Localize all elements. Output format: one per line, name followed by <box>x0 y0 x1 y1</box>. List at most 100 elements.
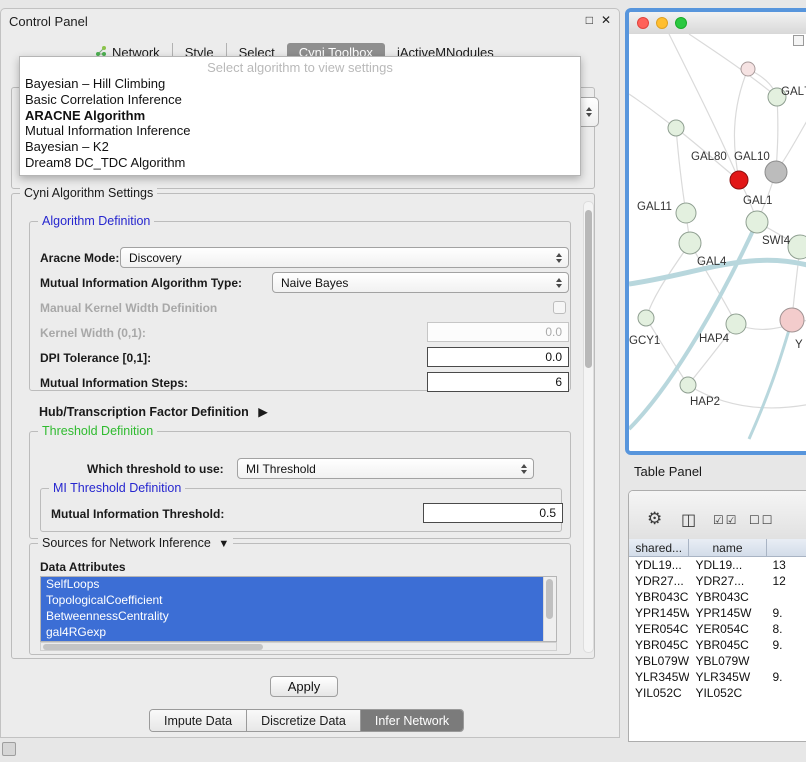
list-hscrollbar-thumb[interactable] <box>43 644 263 650</box>
table-row[interactable]: YDL19...YDL19...13 <box>629 557 806 573</box>
table-body: YDL19...YDL19...13 YDR27...YDR27...12 YB… <box>629 557 806 741</box>
algorithm-option[interactable]: Basic Correlation Inference <box>20 92 580 108</box>
table-row[interactable]: YPR145WYPR145W9. <box>629 605 806 621</box>
close-icon[interactable]: ✕ <box>601 13 611 27</box>
node-label: GAL1 <box>743 195 772 207</box>
hub-section-label[interactable]: Hub/Transcription Factor Definition ▶ <box>39 404 268 419</box>
apply-button[interactable]: Apply <box>270 676 338 697</box>
settings-scrollbar[interactable] <box>583 201 594 653</box>
node-label: SWI4 <box>762 235 791 247</box>
threshold-definition-title: Threshold Definition <box>38 424 157 438</box>
node-label: GAL7 <box>781 86 806 98</box>
settings-group-title: Cyni Algorithm Settings <box>20 186 157 200</box>
table-row[interactable]: YBR043CYBR043C <box>629 589 806 605</box>
deselect-all-checkboxes-icon[interactable]: ☐☐ <box>749 513 775 527</box>
algorithm-definition-title: Algorithm Definition <box>38 214 154 228</box>
column-header-name[interactable]: name <box>689 539 766 557</box>
algorithm-definition-group: Algorithm Definition Aracne Mode: Discov… <box>29 221 571 391</box>
aracne-mode-label: Aracne Mode: <box>40 251 119 265</box>
mi-threshold-label: Mutual Information Threshold: <box>51 507 224 521</box>
manual-kernel-label: Manual Kernel Width Definition <box>40 301 217 315</box>
table-row[interactable]: YER054CYER054C8. <box>629 621 806 637</box>
list-item-selected[interactable]: BetweennessCentrality <box>41 609 556 625</box>
table-panel-title: Table Panel <box>634 464 702 479</box>
list-scrollbar-thumb[interactable] <box>546 579 553 619</box>
collapsed-panel-icon[interactable] <box>2 742 16 756</box>
mi-threshold-input[interactable]: 0.5 <box>423 503 563 523</box>
table-columns-icon[interactable]: ◫ <box>681 510 696 530</box>
sources-title[interactable]: Sources for Network Inference ▼ <box>38 536 233 550</box>
dpi-tolerance-input[interactable]: 0.0 <box>427 347 569 367</box>
threshold-definition-group: Threshold Definition Which threshold to … <box>29 431 571 539</box>
network-node[interactable] <box>741 62 755 76</box>
desktop: Control Panel □ ✕ Network Style Select C… <box>0 0 806 762</box>
algorithm-option[interactable]: Mutual Information Inference <box>20 123 580 139</box>
node-label: GAL4 <box>697 256 727 268</box>
table-row[interactable]: YIL052CYIL052C <box>629 685 806 701</box>
control-panel-window: Control Panel □ ✕ Network Style Select C… <box>0 8 620 738</box>
network-node[interactable] <box>746 211 768 233</box>
control-panel-title: Control Panel <box>9 14 88 29</box>
table-row[interactable]: YBL079WYBL079W <box>629 653 806 669</box>
expand-right-icon[interactable]: ▶ <box>258 405 268 419</box>
tab-discretize-data[interactable]: Discretize Data <box>246 710 360 731</box>
algorithm-dropdown-popup: Select algorithm to view settings Bayesi… <box>19 56 581 176</box>
network-window-titlebar[interactable] <box>629 12 806 35</box>
bottom-tabs: Impute Data Discretize Data Infer Networ… <box>149 709 464 732</box>
mi-threshold-definition-group: MI Threshold Definition Mutual Informati… <box>40 488 562 532</box>
kernel-width-input[interactable]: 0.0 <box>427 322 569 342</box>
gear-icon[interactable]: ⚙ <box>647 509 662 529</box>
algorithm-option-selected[interactable]: ARACNE Algorithm <box>20 108 580 124</box>
float-window-icon[interactable]: □ <box>586 13 593 27</box>
mi-type-select[interactable]: Naive Bayes <box>272 272 569 293</box>
network-node[interactable] <box>679 232 701 254</box>
mi-threshold-definition-title: MI Threshold Definition <box>49 481 185 495</box>
node-label: Y <box>795 339 803 351</box>
list-hscrollbar[interactable] <box>40 642 557 651</box>
list-item-selected[interactable]: TopologicalCoefficient <box>41 593 556 609</box>
node-label: HAP4 <box>699 333 730 345</box>
mi-type-label: Mutual Information Algorithm Type: <box>40 276 242 290</box>
network-canvas[interactable]: GAL7 GAL80 GAL10 GAL11 GAL1 SWI4 GAL4 GC… <box>629 34 806 451</box>
settings-scrollbar-thumb[interactable] <box>585 210 592 368</box>
select-all-checkboxes-icon[interactable]: ☑☑ <box>713 513 739 527</box>
column-header-shared[interactable]: shared... <box>629 539 689 557</box>
aracne-mode-select[interactable]: Discovery <box>120 247 569 268</box>
mi-steps-label: Mutual Information Steps: <box>40 376 188 390</box>
chevron-updown-icon <box>556 278 562 288</box>
network-node[interactable] <box>676 203 696 223</box>
network-node[interactable] <box>726 314 746 334</box>
table-row[interactable]: YLR345WYLR345W9. <box>629 669 806 685</box>
minimize-traffic-light-icon[interactable] <box>656 17 668 29</box>
network-node[interactable] <box>680 377 696 393</box>
list-item-selected[interactable]: SelfLoops <box>41 577 556 593</box>
list-item-selected[interactable]: gal4RGexp <box>41 625 556 641</box>
network-node-gray[interactable] <box>765 161 787 183</box>
tab-infer-network[interactable]: Infer Network <box>360 710 463 731</box>
mi-steps-input[interactable]: 6 <box>427 372 569 392</box>
table-row[interactable]: YBR045CYBR045C9. <box>629 637 806 653</box>
algorithm-option[interactable]: Dream8 DC_TDC Algorithm <box>20 155 580 171</box>
chevron-updown-icon <box>521 464 527 474</box>
scrollbar-button[interactable] <box>793 35 804 46</box>
zoom-traffic-light-icon[interactable] <box>675 17 687 29</box>
list-scrollbar[interactable] <box>543 577 556 641</box>
table-header-row: shared... name <box>629 539 806 557</box>
network-node[interactable] <box>668 120 684 136</box>
network-node-pink[interactable] <box>780 308 804 332</box>
which-threshold-select[interactable]: MI Threshold <box>237 458 534 479</box>
data-attributes-list[interactable]: SelfLoops TopologicalCoefficient Between… <box>40 576 557 642</box>
table-row[interactable]: YDR27...YDR27...12 <box>629 573 806 589</box>
tab-impute-data[interactable]: Impute Data <box>150 710 246 731</box>
control-panel-titlebar[interactable]: Control Panel □ ✕ <box>1 9 619 33</box>
algorithm-option[interactable]: Bayesian – Hill Climbing <box>20 76 580 92</box>
network-node[interactable] <box>638 310 654 326</box>
algorithm-option[interactable]: Bayesian – K2 <box>20 139 580 155</box>
node-label: HAP2 <box>690 396 720 408</box>
network-node[interactable] <box>788 235 806 259</box>
column-header-extra[interactable] <box>767 539 806 557</box>
close-traffic-light-icon[interactable] <box>637 17 649 29</box>
network-node-red[interactable] <box>730 171 748 189</box>
manual-kernel-checkbox[interactable] <box>553 301 566 314</box>
collapse-down-icon[interactable]: ▼ <box>218 538 229 550</box>
